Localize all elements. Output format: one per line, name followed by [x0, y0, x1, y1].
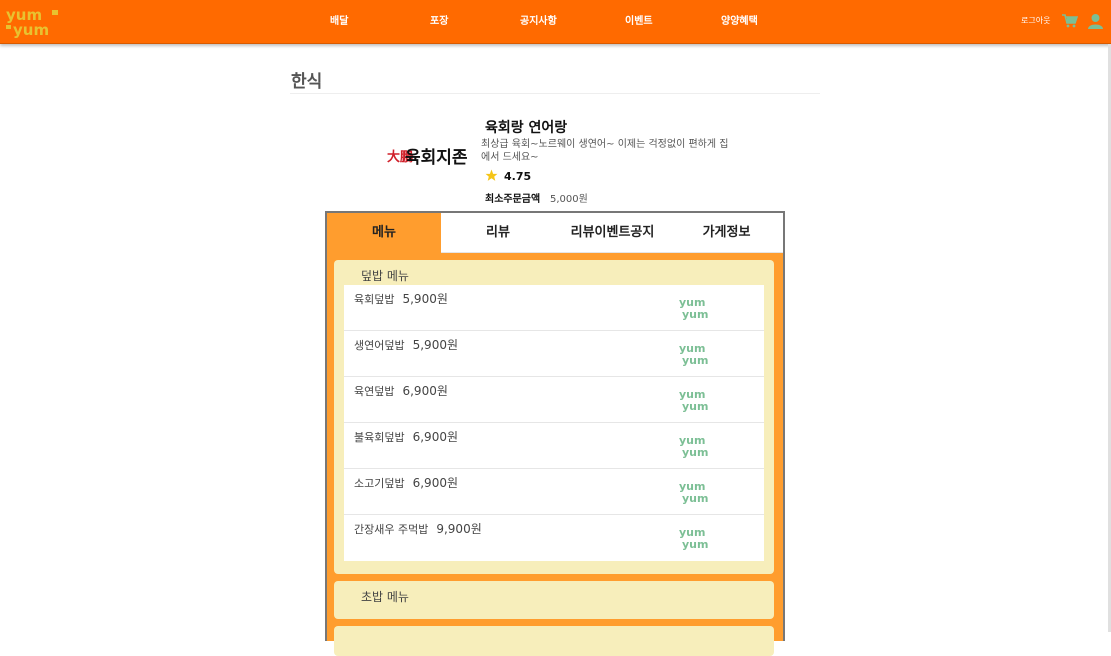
svg-text:yum: yum	[682, 400, 708, 413]
menu-item[interactable]: 간장새우 주먹밥 9,900원 yum yum	[344, 515, 764, 561]
svg-text:yum: yum	[13, 21, 49, 38]
menu-item[interactable]: 육회덮밥 5,900원 yum yum	[344, 285, 764, 331]
menu-section-rice-bowl: 덮밥 메뉴 육회덮밥 5,900원 yum yum 생연어덮밥 5,900원 yum y…	[334, 260, 774, 574]
menu-item-name: 육연덮밥	[354, 385, 395, 398]
menu-item-name: 불육회덮밥	[354, 431, 405, 444]
page-title: 한식	[291, 72, 323, 92]
menu-item[interactable]: 소고기덮밥 6,900원 yum yum	[344, 469, 764, 515]
yumyum-placeholder-image: yumyum	[679, 388, 708, 413]
tab-bar: 메뉴 리뷰 리뷰이벤트공지 가게정보	[327, 213, 783, 253]
tab-review-event-notice[interactable]: 리뷰이벤트공지	[555, 213, 670, 253]
yumyum-placeholder-image: yumyum	[679, 296, 708, 321]
store-name: 육회랑 연어랑	[485, 120, 568, 136]
nav-event[interactable]: 이벤트	[625, 0, 653, 44]
tab-store-info[interactable]: 가게정보	[670, 213, 783, 253]
menu-item-price: 9,900원	[436, 522, 482, 536]
user-icon[interactable]	[1088, 13, 1103, 29]
menu-item[interactable]: 불육회덮밥 6,900원 yum yum	[344, 423, 764, 469]
star-icon	[485, 169, 498, 181]
logout-link[interactable]: 로그아웃	[1021, 15, 1050, 26]
yumyum-logo[interactable]: yum yum	[5, 6, 61, 38]
store-panel: 메뉴 리뷰 리뷰이벤트공지 가게정보 덮밥 메뉴 육회덮밥 5,900원 yum y…	[325, 211, 785, 656]
menu-item-name: 육회덮밥	[354, 293, 395, 306]
nav-benefits[interactable]: 양양혜택	[721, 0, 758, 44]
menu-item-price: 6,900원	[402, 384, 448, 398]
nav-delivery[interactable]: 배달	[330, 0, 348, 44]
top-navigation-bar: yum yum 배달 포장 공지사항 이벤트 양양혜택 로그아웃	[0, 0, 1111, 44]
menu-item-name: 생연어덮밥	[354, 339, 405, 352]
svg-text:yum: yum	[682, 492, 708, 505]
menu-item-price: 5,900원	[412, 338, 459, 352]
svg-text:yum: yum	[682, 538, 708, 551]
min-order-value: 5,000원	[550, 194, 588, 205]
svg-text:yum: yum	[682, 446, 708, 459]
nav-takeout[interactable]: 포장	[430, 0, 448, 44]
tab-menu[interactable]: 메뉴	[327, 213, 441, 253]
svg-text:yum: yum	[682, 354, 708, 367]
store-description: 최상급 육회~노르웨이 생연어~ 이제는 걱정없이 편하게 집에서 드세요~	[481, 139, 729, 163]
cart-icon[interactable]	[1062, 14, 1078, 28]
store-rating: 4.75	[504, 170, 532, 183]
menu-item-price: 6,900원	[412, 430, 459, 444]
nav-notice[interactable]: 공지사항	[520, 0, 557, 44]
store-logo: 大鵬 육회지존	[387, 148, 467, 168]
svg-text:육회지존: 육회지존	[405, 148, 467, 168]
menu-item[interactable]: 육연덮밥 6,900원 yum yum	[344, 377, 764, 423]
yumyum-placeholder-image: yumyum	[679, 342, 708, 367]
menu-item-price: 6,900원	[412, 476, 459, 490]
yumyum-placeholder-image: yumyum	[679, 526, 708, 551]
svg-text:yum: yum	[682, 308, 708, 321]
menu-section-sushi: 초밥 메뉴	[334, 581, 774, 619]
menu-section	[334, 626, 774, 656]
min-order-label: 최소주문금액	[485, 194, 541, 205]
tab-review[interactable]: 리뷰	[441, 213, 555, 253]
section-title[interactable]: 덮밥 메뉴	[361, 267, 409, 284]
section-title[interactable]: 초밥 메뉴	[361, 588, 409, 605]
menu-item-price: 5,900원	[402, 292, 448, 306]
menu-item-name: 간장새우 주먹밥	[354, 523, 429, 536]
menu-item-name: 소고기덮밥	[354, 477, 405, 490]
yumyum-placeholder-image: yumyum	[679, 480, 708, 505]
menu-item[interactable]: 생연어덮밥 5,900원 yum yum	[344, 331, 764, 377]
divider	[290, 93, 820, 94]
menu-list: 육회덮밥 5,900원 yum yum 생연어덮밥 5,900원 yum yum 육연덮…	[344, 285, 764, 561]
yumyum-placeholder-image: yumyum	[679, 434, 708, 459]
